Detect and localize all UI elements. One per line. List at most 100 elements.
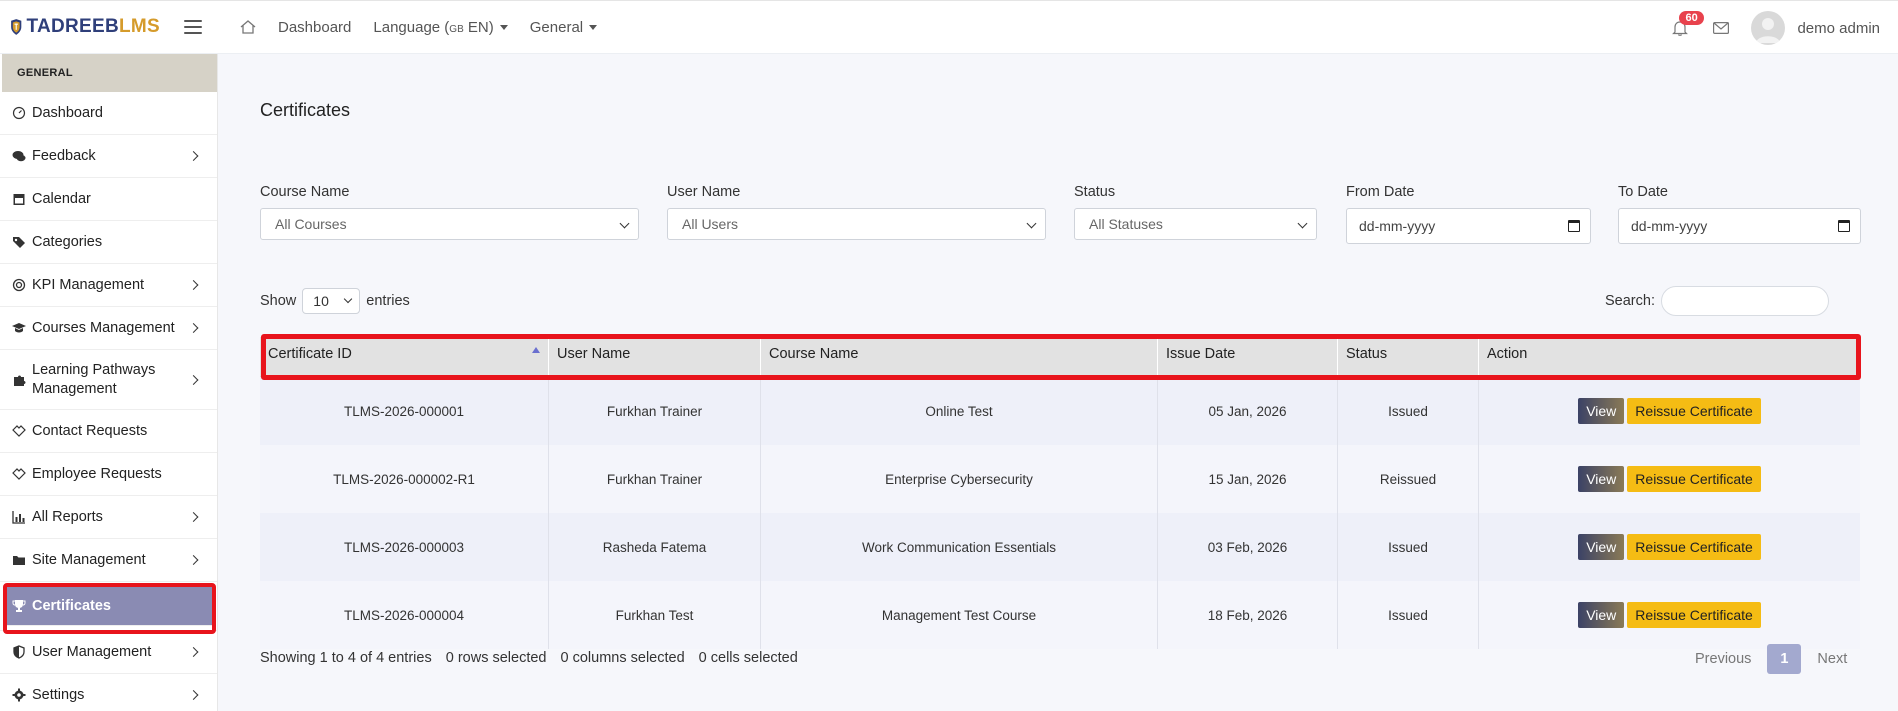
sidebar-item-learning-pathways[interactable]: Learning Pathways Management (0, 350, 217, 410)
brand-name: TADREEBLMS (26, 16, 160, 38)
sidebar-item-kpi-management[interactable]: KPI Management (0, 264, 217, 307)
to-date-input[interactable]: dd-mm-yyyy (1618, 208, 1861, 244)
search-label: Search: (1605, 293, 1655, 309)
sidebar-item-site-management[interactable]: Site Management (0, 539, 217, 582)
sidebar-item-all-reports[interactable]: All Reports (0, 496, 217, 539)
language-suffix: EN) (463, 18, 494, 36)
nav-dashboard[interactable]: Dashboard (278, 19, 351, 36)
user-name[interactable]: demo admin (1797, 20, 1880, 37)
search-input[interactable] (1660, 286, 1829, 316)
pagination-page-1[interactable]: 1 (1767, 644, 1802, 674)
col-certificate-id[interactable]: Certificate ID (260, 337, 549, 376)
status-select-value: All Statuses (1089, 216, 1163, 232)
brand-part-2: LMS (118, 16, 160, 37)
entries-label: entries (366, 293, 410, 309)
chevron-right-icon (188, 151, 199, 161)
calendar-icon[interactable] (1568, 220, 1580, 232)
sidebar-item-contact-requests[interactable]: Contact Requests (0, 410, 217, 453)
sidebar-item-label: Feedback (32, 148, 96, 164)
language-prefix: Language ( (373, 18, 450, 36)
cell-course-name: Management Test Course (761, 581, 1158, 649)
cell-status: Issued (1338, 581, 1479, 649)
view-button[interactable]: View (1578, 534, 1625, 560)
from-date-placeholder: dd-mm-yyyy (1359, 218, 1436, 234)
filter-course: Course Name All Courses (260, 184, 639, 240)
reissue-certificate-button[interactable]: Reissue Certificate (1627, 398, 1761, 424)
pagination-previous[interactable]: Previous (1695, 651, 1751, 667)
cell-certificate-id: TLMS-2026-000003 (260, 513, 549, 581)
chevron-down-icon (1026, 218, 1037, 229)
cell-action: View Reissue Certificate (1479, 445, 1860, 513)
col-course-name[interactable]: Course Name (761, 337, 1158, 376)
brand-logo[interactable]: TADREEBLMS (10, 13, 160, 41)
calendar-icon[interactable] (1838, 220, 1850, 232)
table-length-control: Show 10 entries (260, 288, 410, 314)
sidebar-item-certificates[interactable]: Certificates (6, 586, 213, 626)
col-issue-date[interactable]: Issue Date (1158, 337, 1338, 376)
cell-certificate-id: TLMS-2026-000004 (260, 581, 549, 649)
gear-icon (12, 688, 26, 702)
reissue-certificate-button[interactable]: Reissue Certificate (1627, 466, 1761, 492)
col-status[interactable]: Status (1338, 337, 1479, 376)
sidebar-item-label: Calendar (32, 191, 91, 207)
entries-length-select[interactable]: 10 (302, 288, 361, 314)
sidebar-item-label: Categories (32, 234, 103, 250)
user-select-value: All Users (682, 216, 739, 232)
sidebar-item-label: Settings (32, 687, 85, 703)
sidebar-item-employee-requests[interactable]: Employee Requests (0, 453, 217, 496)
sidebar-item-courses-management[interactable]: Courses Management (0, 307, 217, 350)
view-button[interactable]: View (1578, 602, 1625, 628)
nav-general[interactable]: General (530, 19, 598, 36)
from-date-input[interactable]: dd-mm-yyyy (1346, 208, 1591, 244)
sidebar-item-label: Contact Requests (32, 423, 148, 439)
pagination-next[interactable]: Next (1817, 651, 1847, 667)
col-user-name[interactable]: User Name (549, 337, 761, 376)
cell-status: Reissued (1338, 445, 1479, 513)
tags-icon (13, 237, 25, 248)
col-header-label: Action (1487, 346, 1528, 362)
avatar[interactable] (1751, 11, 1786, 45)
col-action: Action (1479, 337, 1860, 376)
chevron-right-icon (188, 555, 199, 565)
mail-icon[interactable] (1713, 22, 1730, 34)
sidebar-item-label: Certificates (32, 597, 111, 614)
reissue-certificate-button[interactable]: Reissue Certificate (1627, 602, 1761, 628)
notifications-bell[interactable]: 60 (1671, 11, 1704, 37)
sidebar-item-settings[interactable]: Settings (0, 674, 217, 711)
cell-action: View Reissue Certificate (1479, 581, 1860, 649)
filter-from-label: From Date (1346, 184, 1415, 200)
table-row: TLMS-2026-000002-R1 Furkhan Trainer Ente… (260, 445, 1860, 513)
view-button[interactable]: View (1578, 466, 1625, 492)
sidebar-item-user-management[interactable]: User Management (0, 631, 217, 674)
cell-user-name: Furkhan Test (549, 581, 761, 649)
sidebar-item-feedback[interactable]: Feedback (0, 135, 217, 178)
chevron-right-icon (188, 323, 199, 333)
sidebar-item-label: Site Management (32, 552, 146, 568)
nav-language[interactable]: Language (GB EN) (373, 18, 508, 36)
chevron-right-icon (188, 647, 199, 657)
sidebar-item-label: Employee Requests (32, 466, 162, 482)
target-icon (12, 278, 26, 292)
user-avatar-icon (1756, 18, 1781, 43)
sidebar-item-label: User Management (32, 644, 152, 660)
calendar-icon (13, 194, 25, 205)
filter-to-label: To Date (1618, 184, 1668, 200)
course-select[interactable]: All Courses (260, 208, 639, 240)
view-button[interactable]: View (1578, 398, 1625, 424)
filter-status-label: Status (1074, 184, 1116, 200)
cell-status: Issued (1338, 377, 1479, 445)
cells-selected-text: 0 cells selected (698, 650, 798, 666)
sidebar-item-dashboard[interactable]: Dashboard (0, 92, 217, 135)
user-select[interactable]: All Users (667, 208, 1046, 240)
table-info: Showing 1 to 4 of 4 entries 0 rows selec… (260, 650, 808, 666)
reissue-certificate-button[interactable]: Reissue Certificate (1627, 534, 1761, 560)
table-header: Certificate ID User Name Course Name Iss… (260, 337, 1860, 377)
status-select[interactable]: All Statuses (1074, 208, 1317, 240)
columns-selected-text: 0 columns selected (560, 650, 685, 666)
sidebar-item-calendar[interactable]: Calendar (0, 178, 217, 221)
sidebar-item-categories[interactable]: Categories (0, 221, 217, 264)
notification-badge: 60 (1679, 11, 1704, 25)
caret-down-icon (589, 25, 598, 31)
menu-toggle-icon[interactable] (184, 20, 202, 34)
home-icon[interactable] (240, 19, 256, 35)
